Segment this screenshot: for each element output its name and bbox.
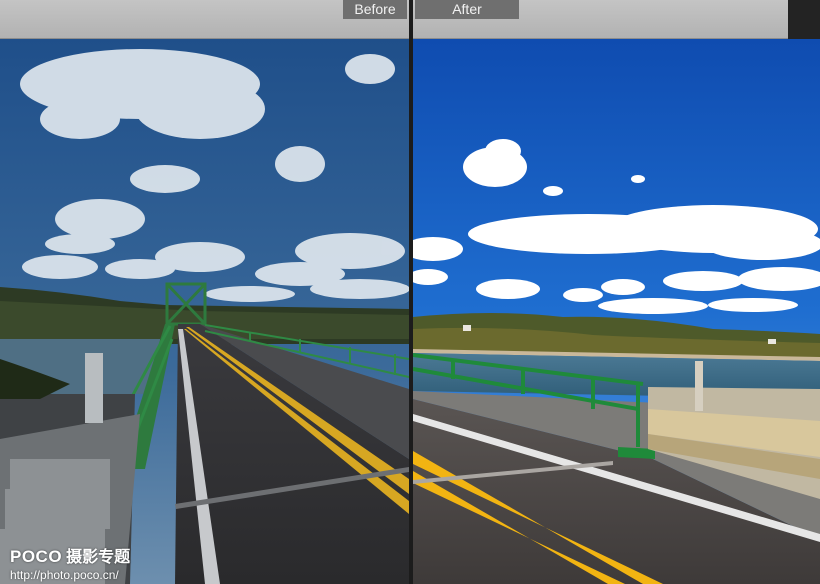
watermark-brand: POCO: [10, 547, 63, 566]
before-image: [0, 39, 409, 584]
watermark-url: http://photo.poco.cn/: [10, 568, 119, 582]
before-photo: [0, 39, 409, 584]
after-view-label[interactable]: After: [415, 0, 519, 19]
split-divider[interactable]: [409, 0, 413, 584]
watermark-brand-sub: 摄影专题: [66, 549, 131, 566]
before-view-label[interactable]: Before: [343, 0, 407, 19]
after-image: [413, 39, 820, 584]
after-photo: [413, 39, 820, 584]
watermark: POCO 摄影专题 http://photo.poco.cn/: [10, 543, 130, 582]
